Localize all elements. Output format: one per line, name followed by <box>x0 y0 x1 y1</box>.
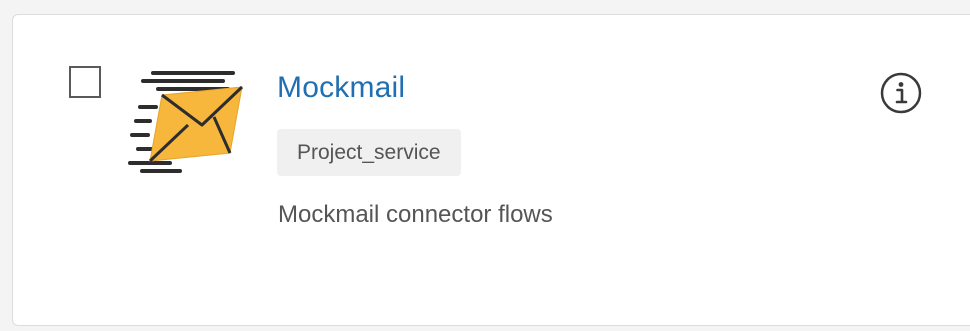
envelope-mail-icon <box>128 67 248 177</box>
connector-description: Mockmail connector flows <box>278 201 553 228</box>
connector-card[interactable]: Mockmail Project_service Mockmail connec… <box>12 14 970 326</box>
project-tag: Project_service <box>277 129 461 176</box>
select-checkbox[interactable] <box>69 66 101 98</box>
info-icon[interactable] <box>879 71 923 115</box>
connector-title[interactable]: Mockmail <box>277 71 405 105</box>
